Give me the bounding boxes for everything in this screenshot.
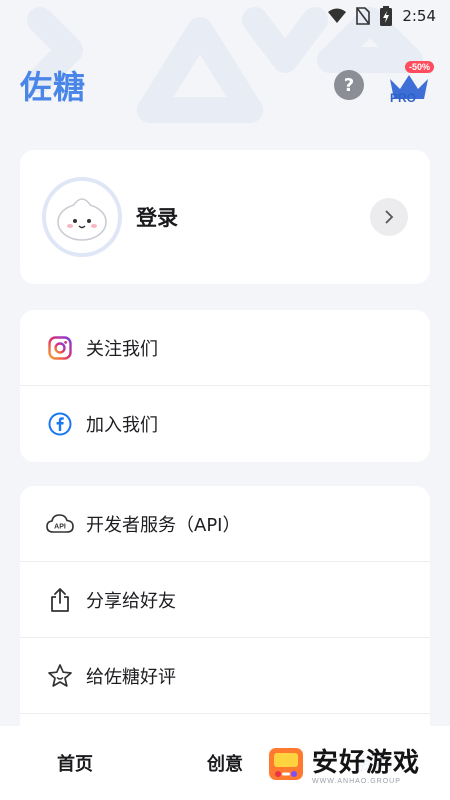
status-time: 2:54 bbox=[402, 7, 436, 25]
instagram-icon bbox=[46, 334, 74, 362]
share-item[interactable]: 分享给好友 bbox=[20, 562, 430, 638]
no-sim-icon bbox=[356, 7, 371, 25]
share-label: 分享给好友 bbox=[86, 590, 176, 612]
nav-home[interactable]: 首页 bbox=[0, 750, 150, 776]
join-us-label: 加入我们 bbox=[86, 415, 158, 436]
discount-badge: -50% bbox=[404, 61, 434, 73]
help-icon: ? bbox=[343, 74, 355, 96]
rate-item[interactable]: 给佐糖好评 bbox=[20, 638, 430, 714]
pro-button[interactable]: -50% PRO bbox=[388, 61, 434, 105]
avatar[interactable] bbox=[42, 177, 122, 257]
pro-label: PRO bbox=[390, 91, 417, 105]
svg-text:API: API bbox=[54, 523, 66, 530]
login-card[interactable]: 登录 bbox=[20, 150, 430, 284]
watermark-subtext: WWW.ANHAO.GROUP bbox=[312, 777, 401, 785]
share-icon bbox=[46, 586, 74, 614]
login-arrow-button[interactable] bbox=[370, 198, 408, 236]
join-us-item[interactable]: 加入我们 bbox=[20, 386, 430, 462]
header: 佐糖 ? -50% PRO bbox=[20, 60, 434, 110]
star-icon bbox=[46, 662, 74, 690]
mascot-icon bbox=[57, 198, 107, 241]
wifi-icon bbox=[328, 8, 347, 24]
api-service-label: 开发者服务（API） bbox=[86, 514, 241, 536]
app-title: 佐糖 bbox=[20, 68, 87, 106]
watermark-text: 安好游戏 bbox=[312, 747, 421, 778]
chevron-right-icon bbox=[385, 210, 394, 224]
status-bar: 2:54 bbox=[0, 0, 450, 32]
follow-us-label: 关注我们 bbox=[86, 338, 158, 360]
login-label: 登录 bbox=[136, 206, 178, 230]
more-card: API 开发者服务（API） 分享给好友 给佐糖好评 bbox=[20, 486, 430, 746]
api-service-item[interactable]: API 开发者服务（API） bbox=[20, 486, 430, 562]
api-cloud-icon: API bbox=[46, 510, 74, 538]
facebook-icon bbox=[46, 410, 74, 438]
social-card: 关注我们 加入我们 bbox=[20, 310, 430, 462]
rate-label: 给佐糖好评 bbox=[86, 666, 176, 688]
gamepad-logo-icon bbox=[269, 748, 303, 780]
help-button[interactable]: ? bbox=[334, 70, 364, 100]
battery-icon bbox=[380, 6, 393, 26]
watermark: 安好游戏 WWW.ANHAO.GROUP bbox=[266, 738, 436, 794]
follow-us-item[interactable]: 关注我们 bbox=[20, 310, 430, 386]
